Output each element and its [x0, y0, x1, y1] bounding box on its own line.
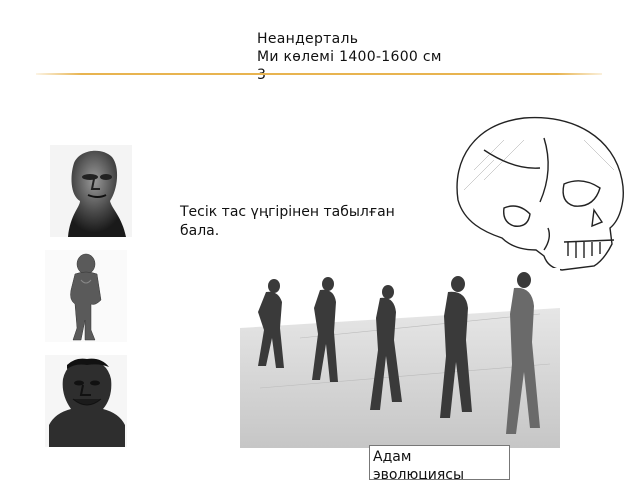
divider-rule: [36, 73, 602, 75]
title-line-2: Ми көлемі 1400-1600 см: [257, 49, 442, 65]
evolution-scene-photo: [240, 268, 560, 448]
child-figure-photo: [45, 250, 127, 342]
caption-line-1: Тесік тас үңгірінен табылған: [180, 204, 395, 220]
title-line-1: Неандерталь: [257, 31, 359, 47]
box-line-2: эволюциясы: [373, 467, 465, 480]
skull-drawing: [444, 110, 640, 290]
caption-line-2: бала.: [180, 223, 220, 239]
box-line-1: Адам: [373, 449, 412, 465]
caption-text: Тесік тас үңгірінен табылған бала.: [180, 203, 410, 241]
title-line-3: 3: [257, 67, 267, 83]
neanderthal-bust-photo: [45, 355, 127, 447]
slide-title: Неандерталь Ми көлемі 1400-1600 см 3: [257, 30, 457, 84]
neanderthal-head-photo: [50, 145, 132, 237]
evolution-label-box: Адам эволюциясы: [369, 445, 510, 480]
